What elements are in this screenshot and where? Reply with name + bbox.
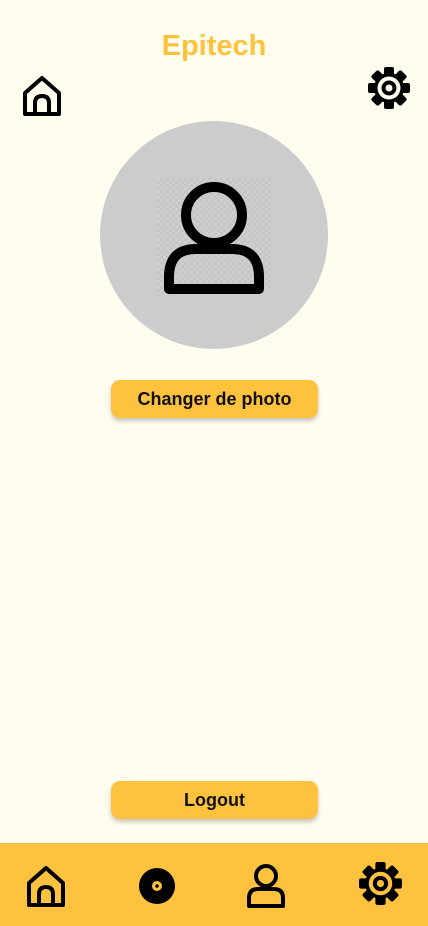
nav-gear-icon[interactable] bbox=[357, 860, 404, 907]
app-title: Epitech bbox=[161, 30, 267, 62]
bottom-nav bbox=[0, 843, 428, 926]
music-disc-icon[interactable] bbox=[138, 867, 176, 905]
nav-user-icon[interactable] bbox=[244, 863, 288, 909]
change-photo-button[interactable]: Changer de photo bbox=[111, 380, 318, 418]
user-icon bbox=[164, 182, 264, 294]
home-icon[interactable] bbox=[20, 74, 64, 118]
avatar[interactable] bbox=[100, 121, 328, 349]
nav-home-icon[interactable] bbox=[24, 863, 68, 909]
logout-button[interactable]: Logout bbox=[111, 781, 318, 819]
gear-icon[interactable] bbox=[366, 65, 412, 111]
